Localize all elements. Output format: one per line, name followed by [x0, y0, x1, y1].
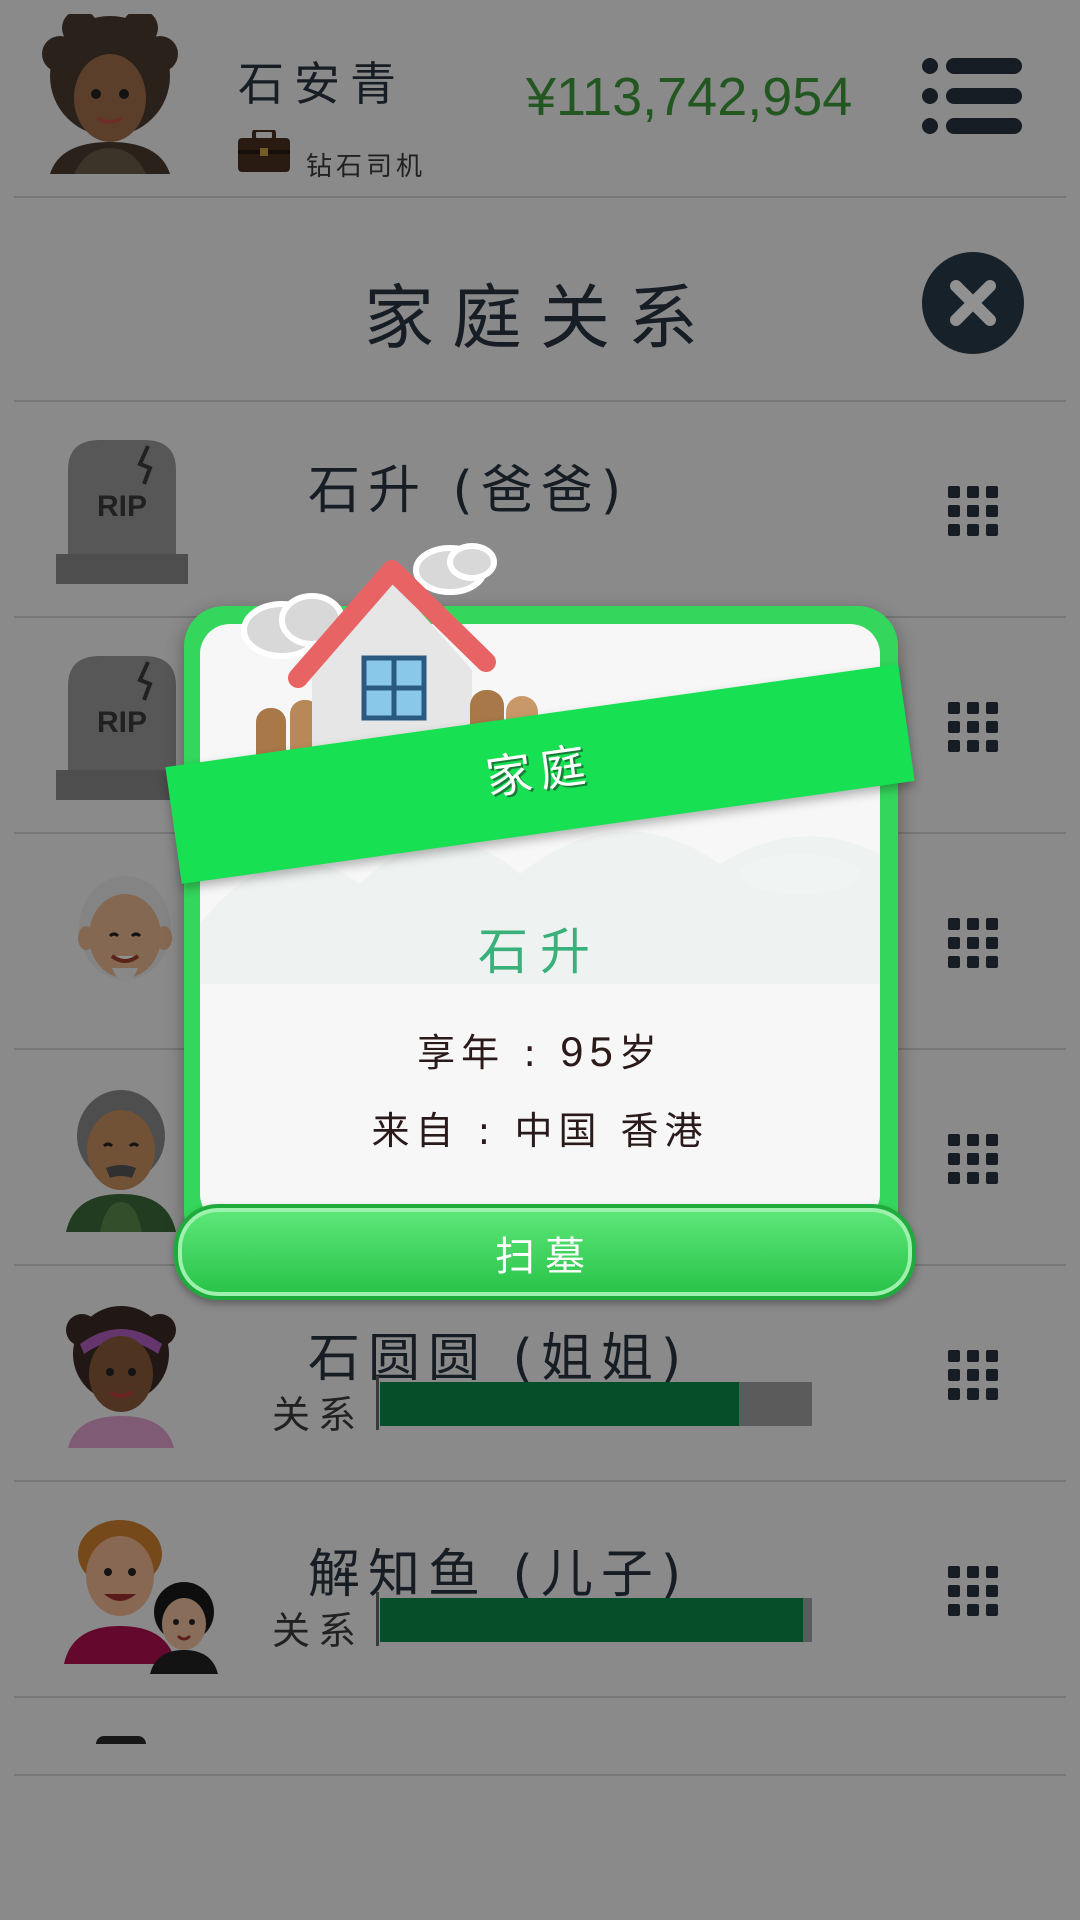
origin-label: 来自: [371, 1109, 460, 1153]
age-unit: 岁: [618, 1031, 663, 1075]
age-value: 95: [560, 1028, 619, 1075]
age-label: 享年: [417, 1031, 506, 1075]
person-origin: 来自 : 中国 香港: [371, 1109, 709, 1153]
sweep-tomb-label: 扫墓: [495, 1234, 595, 1280]
person-age: 享年 : 95岁: [417, 1028, 663, 1075]
sweep-tomb-button[interactable]: 扫墓: [174, 1204, 916, 1300]
person-name: 石升: [478, 923, 602, 981]
origin-value: 中国 香港: [514, 1109, 709, 1153]
